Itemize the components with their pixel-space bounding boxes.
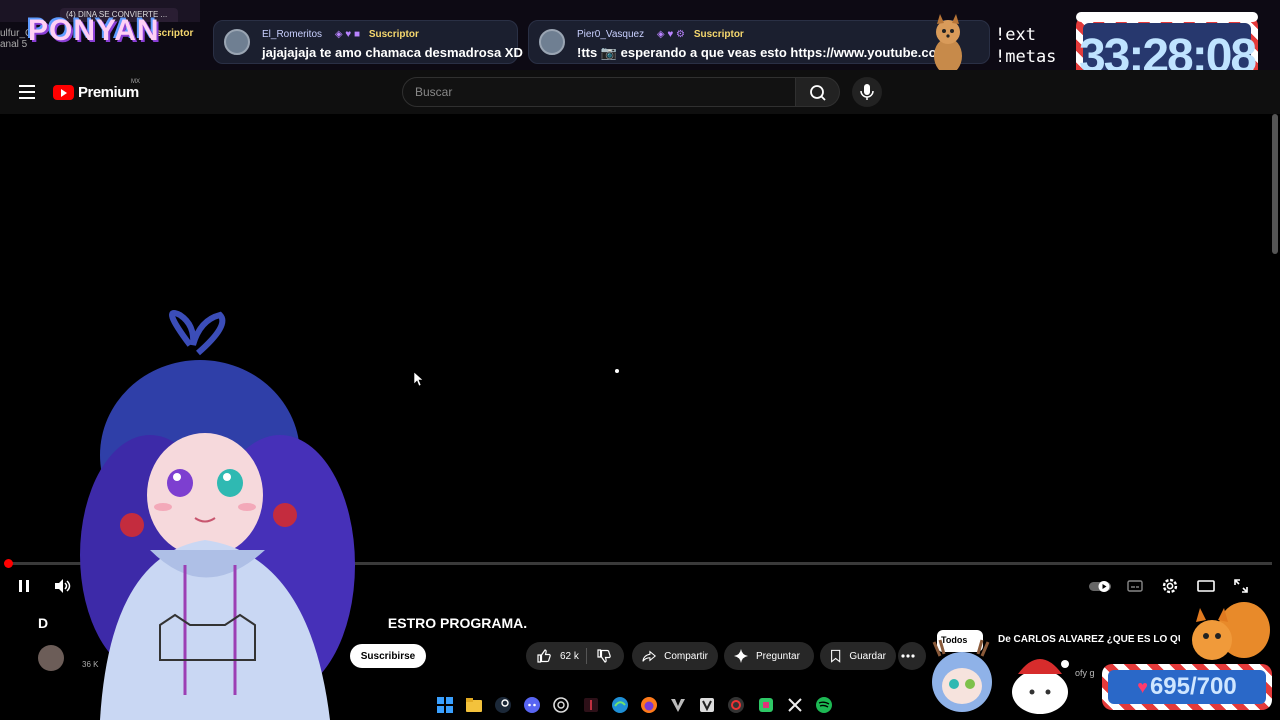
autoplay-toggle-icon[interactable] bbox=[1088, 576, 1112, 596]
vegas-icon[interactable] bbox=[668, 695, 688, 715]
chat-message-card: Pier0_Vasquez ◈ ♥ ⚙ Suscriptor !tts 📷 es… bbox=[528, 20, 990, 64]
ask-label: Preguntar bbox=[756, 650, 800, 662]
thumbs-up-icon[interactable] bbox=[536, 648, 552, 664]
ask-button[interactable]: Preguntar bbox=[724, 642, 814, 670]
dog-sticker-icon bbox=[934, 14, 962, 70]
chatgpt-icon[interactable] bbox=[551, 695, 571, 715]
page-scrollbar[interactable] bbox=[1272, 114, 1278, 254]
badge-icons: ◈ ♥ ■ bbox=[334, 29, 361, 40]
share-button[interactable]: Compartir bbox=[632, 642, 718, 670]
app2-icon[interactable] bbox=[756, 695, 776, 715]
streamer-logo: PONYAN bbox=[28, 14, 160, 47]
youtube-play-icon bbox=[53, 84, 74, 100]
like-divider bbox=[586, 648, 587, 664]
pause-icon[interactable] bbox=[14, 576, 34, 596]
share-label: Compartir bbox=[664, 650, 708, 662]
app-icon[interactable] bbox=[581, 695, 601, 715]
goal-meter: ♥ 695/700 bbox=[1102, 664, 1272, 710]
like-dislike-group: 62 k bbox=[526, 642, 624, 670]
mini-avatars-icon bbox=[932, 639, 1069, 714]
voice-search-button[interactable] bbox=[852, 77, 882, 107]
mouse-cursor-icon bbox=[414, 372, 424, 386]
theater-mode-icon[interactable] bbox=[1196, 576, 1216, 596]
title-end: ESTRO PROGRAMA. bbox=[387, 615, 528, 631]
hamburger-menu-icon[interactable] bbox=[19, 85, 35, 99]
chat-message-card: El_Romeritos ◈ ♥ ■ Suscriptor jajajajaja… bbox=[213, 20, 523, 64]
discord-icon[interactable] bbox=[522, 695, 542, 715]
chat-username: Pier0_Vasquez ◈ ♥ ⚙ Suscriptor bbox=[577, 29, 744, 40]
bookmark-icon bbox=[831, 649, 841, 663]
search-box bbox=[402, 77, 796, 107]
youtube-header: Premium MX bbox=[0, 70, 1280, 114]
sub-badge: Suscriptor bbox=[368, 29, 419, 40]
thumbs-down-icon[interactable] bbox=[596, 648, 612, 664]
like-count[interactable]: 62 k bbox=[560, 651, 579, 662]
steam-icon[interactable] bbox=[493, 695, 513, 715]
youtube-logo[interactable]: Premium MX bbox=[53, 79, 140, 101]
edge-icon[interactable] bbox=[610, 695, 630, 715]
region-code: MX bbox=[131, 79, 140, 85]
vscode-icon[interactable] bbox=[697, 695, 717, 715]
search-icon bbox=[810, 85, 826, 101]
loading-indicator bbox=[615, 369, 619, 373]
spotify-icon[interactable] bbox=[814, 695, 834, 715]
command-list: !ext !metas bbox=[995, 24, 1056, 68]
save-label: Guardar bbox=[849, 650, 886, 662]
firefox-icon[interactable] bbox=[639, 695, 659, 715]
more-actions-button[interactable] bbox=[898, 642, 926, 670]
fullscreen-icon[interactable] bbox=[1231, 576, 1251, 596]
heart-icon: ♥ bbox=[1137, 676, 1148, 697]
goal-label: 695/700 bbox=[1149, 673, 1237, 700]
settings-gear-icon[interactable] bbox=[1160, 576, 1180, 596]
squirrel-sticker-icon bbox=[1192, 602, 1270, 660]
chat-username: El_Romeritos ◈ ♥ ■ Suscriptor bbox=[262, 29, 419, 40]
more-horizontal-icon bbox=[901, 654, 915, 658]
goal-text: ♥ 695/700 bbox=[1108, 670, 1266, 704]
chat-message-text: jajajajaja te amo chamaca desmadrosa XD bbox=[262, 45, 523, 60]
save-button[interactable]: Guardar bbox=[820, 642, 896, 670]
windows-icon[interactable] bbox=[435, 695, 455, 715]
obs-icon[interactable] bbox=[726, 695, 746, 715]
capcut-icon[interactable] bbox=[785, 695, 805, 715]
windows-taskbar bbox=[430, 690, 850, 720]
search-button[interactable] bbox=[796, 77, 840, 107]
sub-badge: Suscriptor bbox=[693, 29, 744, 40]
sparkle-icon bbox=[734, 649, 748, 663]
chat-avatar bbox=[224, 29, 250, 55]
microphone-icon bbox=[860, 84, 874, 100]
command-item: !metas bbox=[995, 47, 1057, 67]
chat-avatar bbox=[539, 29, 565, 55]
vtuber-avatar-icon bbox=[80, 310, 355, 720]
folder-icon[interactable] bbox=[464, 695, 484, 715]
share-icon bbox=[642, 650, 657, 662]
chat-message-text: !tts 📷 esperando a que veas esto https:/… bbox=[577, 45, 937, 60]
progress-scrubber[interactable] bbox=[4, 559, 13, 568]
badge-icons: ◈ ♥ ⚙ bbox=[656, 29, 686, 40]
logo-word: Premium bbox=[78, 83, 139, 101]
command-item: !ext bbox=[995, 25, 1036, 45]
search-input[interactable] bbox=[403, 78, 795, 106]
subtitles-icon[interactable] bbox=[1125, 576, 1145, 596]
